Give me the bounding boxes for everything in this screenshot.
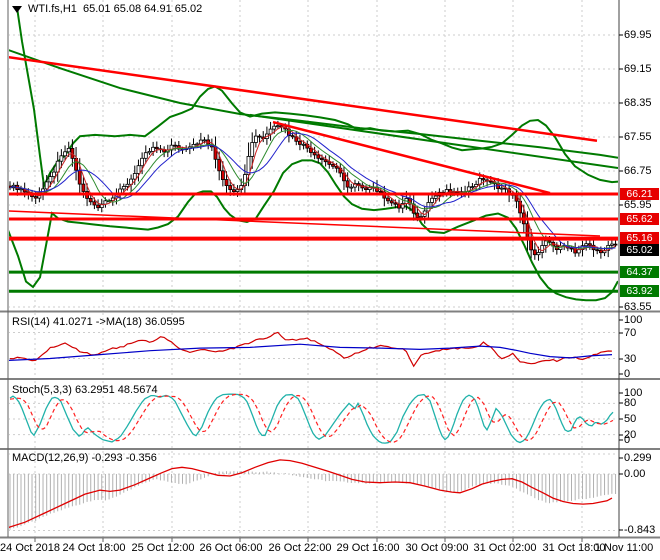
time-axis-label: 24 Oct 2018 [0, 542, 60, 554]
time-axis-label: 31 Oct 02:00 [473, 542, 537, 554]
time-axis-label: 26 Oct 06:00 [199, 542, 263, 554]
macd-axis-label: 0.299 [624, 452, 652, 464]
stoch-axis-label: 0 [624, 434, 631, 446]
price-axis-label: 68.35 [624, 97, 652, 109]
time-axis-label: 1 Nov 11:00 [594, 542, 654, 554]
price-level-label-support: 63.92 [620, 285, 659, 297]
price-level-label-resistance: 65.62 [620, 213, 659, 225]
time-axis-label: 24 Oct 18:00 [62, 542, 126, 554]
price-axis-label: 69.15 [624, 63, 652, 75]
macd-axis-label: -0.843 [624, 524, 656, 536]
price-level-label-current-price: 65.02 [620, 244, 659, 256]
macd-axis-label: 0.00 [624, 468, 646, 480]
time-axis-label: 26 Oct 22:00 [268, 542, 332, 554]
chart-title: WTI.fs,H1 65.01 65.08 64.91 65.02 [12, 3, 202, 15]
price-axis-label: 69.95 [624, 29, 652, 41]
chart-window: WTI.fs,H1 65.01 65.08 64.91 65.02 RSI(14… [0, 0, 660, 560]
chart-ohlc-values: 65.01 65.08 64.91 65.02 [83, 3, 203, 15]
rsi-indicator-label: RSI(14) 41.0271 ->MA(18) 36.0595 [12, 316, 185, 328]
macd-indicator-label: MACD(12,26,9) -0.293 -0.356 [12, 452, 157, 464]
price-level-label-resistance: 66.21 [620, 188, 659, 200]
rsi-axis-label: 100 [624, 314, 643, 326]
price-level-label-resistance: 65.16 [620, 232, 659, 244]
price-axis-label: 67.55 [624, 131, 652, 143]
stoch-axis-label: 50 [624, 413, 637, 425]
price-axis-label: 65.95 [624, 199, 652, 211]
stochastic-indicator-label: Stoch(5,3,3) 63.2951 48.5674 [12, 384, 158, 396]
rsi-axis-label: 0 [624, 368, 631, 380]
time-axis-label: 25 Oct 12:00 [131, 542, 195, 554]
main-chart[interactable] [0, 0, 660, 560]
price-axis-label: 63.55 [624, 301, 652, 313]
chart-symbol-timeframe: WTI.fs,H1 [28, 3, 77, 15]
price-level-label-support: 64.37 [620, 266, 659, 278]
rsi-axis-label: 70 [624, 327, 637, 339]
time-axis-label: 30 Oct 09:00 [405, 542, 469, 554]
rsi-axis-label: 30 [624, 353, 637, 365]
stoch-axis-label: 80 [624, 397, 637, 409]
price-axis-label: 66.75 [624, 165, 652, 177]
time-axis-label: 29 Oct 16:00 [336, 542, 400, 554]
symbol-dropdown-icon[interactable] [12, 5, 22, 13]
